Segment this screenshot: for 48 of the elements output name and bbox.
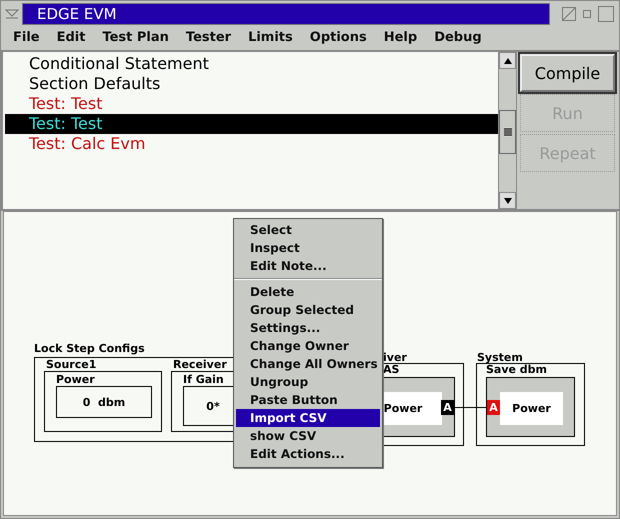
scrollbar[interactable] <box>498 52 517 209</box>
scroll-down-icon[interactable] <box>499 192 516 209</box>
menu-item[interactable]: Settings... <box>236 319 380 337</box>
scroll-thumb[interactable] <box>499 110 516 154</box>
menu-item[interactable]: Change Owner <box>236 337 380 355</box>
list-item[interactable]: Test: Test <box>5 94 498 114</box>
value-field[interactable]: 0 dbm <box>56 386 152 418</box>
menu-item[interactable]: Inspect <box>236 239 380 257</box>
menu-item[interactable]: Help <box>376 30 426 45</box>
menu-item[interactable]: File <box>5 30 49 45</box>
menu-item[interactable]: Test Plan <box>94 30 178 45</box>
list-item[interactable]: Test: Test <box>5 114 498 134</box>
input-port[interactable]: A <box>487 400 500 415</box>
menu-item[interactable]: Import CSV <box>236 409 380 427</box>
block-label: Source1 <box>46 359 96 371</box>
window-menu-icon[interactable] <box>5 9 19 19</box>
parameter-label: Power <box>56 374 95 386</box>
maximize-icon[interactable] <box>597 5 615 23</box>
minimize-icon[interactable] <box>582 9 592 19</box>
menu-item[interactable]: show CSV <box>236 427 380 445</box>
list-item[interactable]: Section Defaults <box>5 74 498 94</box>
block-sublabel: Save dbm <box>486 364 548 376</box>
compile-button[interactable]: Compile <box>520 54 615 92</box>
menu-item[interactable]: Debug <box>426 30 491 45</box>
menu-item[interactable]: Select <box>236 221 380 239</box>
menu-item[interactable]: Limits <box>240 30 302 45</box>
menu-item[interactable]: Edit <box>48 30 94 45</box>
source-block[interactable] <box>44 371 162 432</box>
list-item[interactable]: Test: Calc Evm <box>5 134 498 154</box>
menu-item[interactable]: Edit Note... <box>236 257 380 275</box>
group-label: Lock Step Configs <box>34 343 145 355</box>
output-port[interactable]: A <box>441 400 454 415</box>
menu-item[interactable]: Tester <box>178 30 240 45</box>
scroll-up-icon[interactable] <box>499 52 516 69</box>
parameter-field[interactable]: Power <box>500 392 563 425</box>
parameter-label: If Gain <box>183 374 224 386</box>
window-title: EDGE EVM <box>22 3 550 25</box>
list-item[interactable]: Conditional Statement <box>5 54 498 74</box>
block-sublabel: AS <box>383 364 400 376</box>
block-label: iver <box>383 352 407 364</box>
menu-item[interactable]: Delete <box>236 283 380 301</box>
menu-item[interactable]: Options <box>302 30 376 45</box>
menu-item[interactable]: Change All Owners <box>236 355 380 373</box>
menu-item[interactable]: Edit Actions... <box>236 445 380 463</box>
menu-item[interactable]: Group Selected <box>236 301 380 319</box>
block-label: Receiver <box>173 359 227 371</box>
resize-icon[interactable] <box>561 6 577 22</box>
block-label: System <box>477 352 523 364</box>
